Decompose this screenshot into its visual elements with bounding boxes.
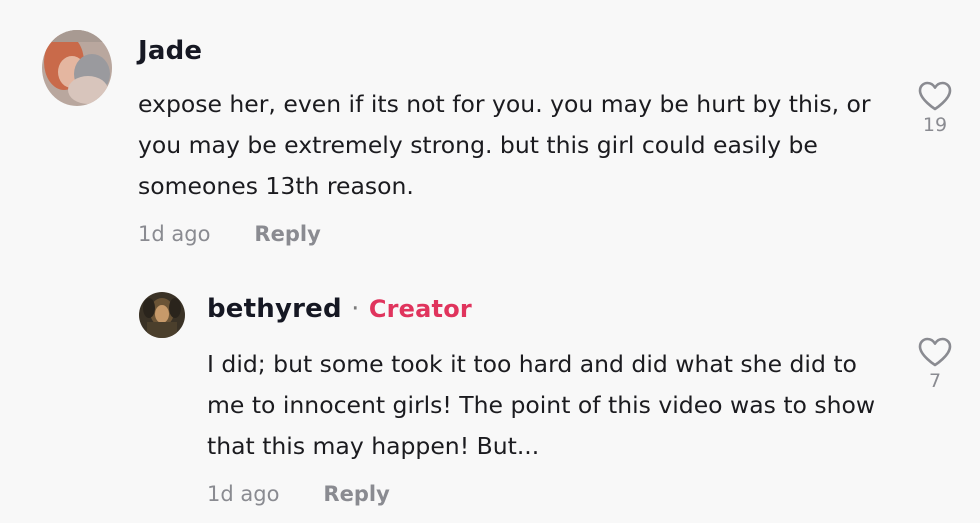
comment-username[interactable]: Jade	[138, 36, 202, 66]
heart-outline-icon	[918, 81, 952, 111]
comment-username[interactable]: bethyred	[207, 294, 342, 324]
comment-meta: 1d ago Reply	[138, 222, 321, 246]
separator: ·	[351, 294, 360, 324]
reply-comment-item: bethyred · Creator I did; but some took …	[0, 270, 980, 523]
reply-button[interactable]: Reply	[254, 222, 320, 246]
comment-time: 1d ago	[207, 482, 280, 506]
comment-text: expose her, even if its not for you. you…	[138, 90, 871, 200]
avatar-photo	[139, 292, 185, 338]
comment-time: 1d ago	[138, 222, 211, 246]
comment-meta: 1d ago Reply	[207, 482, 390, 506]
comment-username-row: bethyred · Creator	[207, 294, 472, 324]
reply-button[interactable]: Reply	[323, 482, 389, 506]
avatar[interactable]	[42, 30, 112, 106]
comment-item: Jade expose her, even if its not for you…	[0, 0, 980, 270]
comments-panel: Jade expose her, even if its not for you…	[0, 0, 980, 523]
like-button[interactable]: 7	[915, 336, 955, 392]
like-count: 7	[928, 370, 942, 392]
avatar-photo	[42, 30, 112, 106]
avatar[interactable]	[139, 292, 185, 338]
creator-badge: Creator	[368, 295, 472, 323]
heart-outline-icon	[918, 337, 952, 367]
comment-text: I did; but some took it too hard and did…	[207, 350, 876, 460]
like-count: 19	[922, 114, 948, 136]
like-button[interactable]: 19	[915, 80, 955, 136]
